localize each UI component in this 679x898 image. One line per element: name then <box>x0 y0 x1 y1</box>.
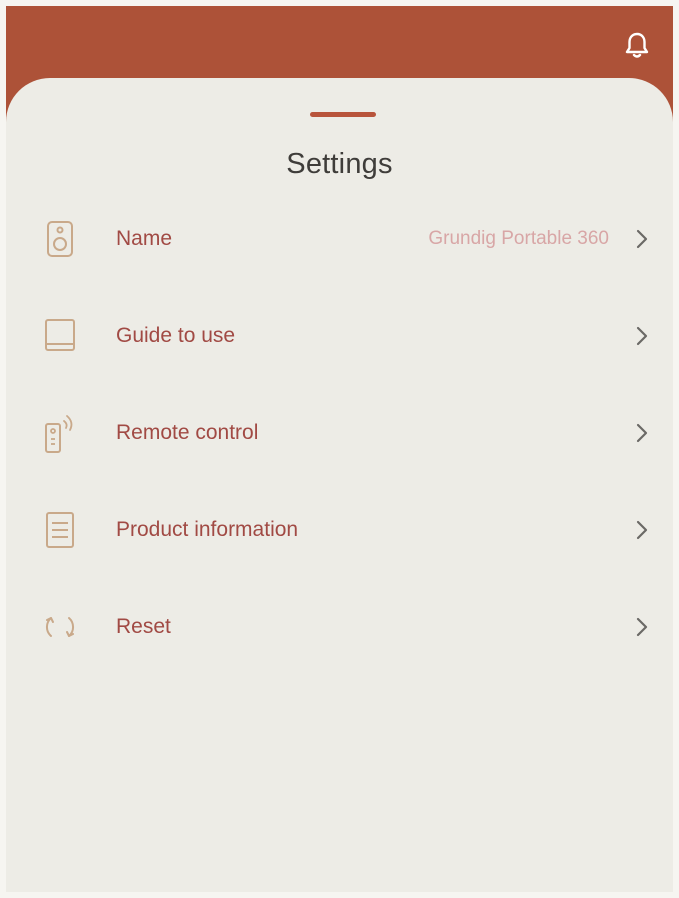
settings-sheet: Settings Name Grundig Portable 360 Guide… <box>6 78 673 892</box>
page-title: Settings <box>286 148 393 180</box>
bell-icon[interactable] <box>620 28 654 62</box>
chevron-right-icon <box>633 325 651 347</box>
settings-item-product-info[interactable]: Product information <box>6 481 673 578</box>
chevron-right-icon <box>633 228 651 250</box>
chevron-right-icon <box>633 519 651 541</box>
sheet-handle[interactable] <box>310 112 376 117</box>
remote-icon <box>40 413 80 453</box>
settings-item-reset[interactable]: Reset <box>6 578 673 675</box>
settings-item-label: Name <box>116 226 173 250</box>
chevron-right-icon <box>633 422 651 444</box>
chevron-right-icon <box>633 616 651 638</box>
settings-item-remote[interactable]: Remote control <box>6 384 673 481</box>
settings-item-guide[interactable]: Guide to use <box>6 287 673 384</box>
settings-list: Name Grundig Portable 360 Guide to use R… <box>6 190 673 675</box>
settings-item-label: Product information <box>116 517 299 541</box>
settings-screen: Settings Name Grundig Portable 360 Guide… <box>0 0 679 898</box>
settings-item-label: Remote control <box>116 420 259 444</box>
document-icon <box>40 510 80 550</box>
reset-icon <box>40 607 80 647</box>
device-name-value: Grundig Portable 360 <box>428 227 609 249</box>
speaker-icon <box>40 219 80 259</box>
settings-item-name[interactable]: Name Grundig Portable 360 <box>6 190 673 287</box>
settings-item-label: Reset <box>116 614 171 638</box>
settings-item-label: Guide to use <box>116 323 236 347</box>
book-icon <box>40 316 80 356</box>
